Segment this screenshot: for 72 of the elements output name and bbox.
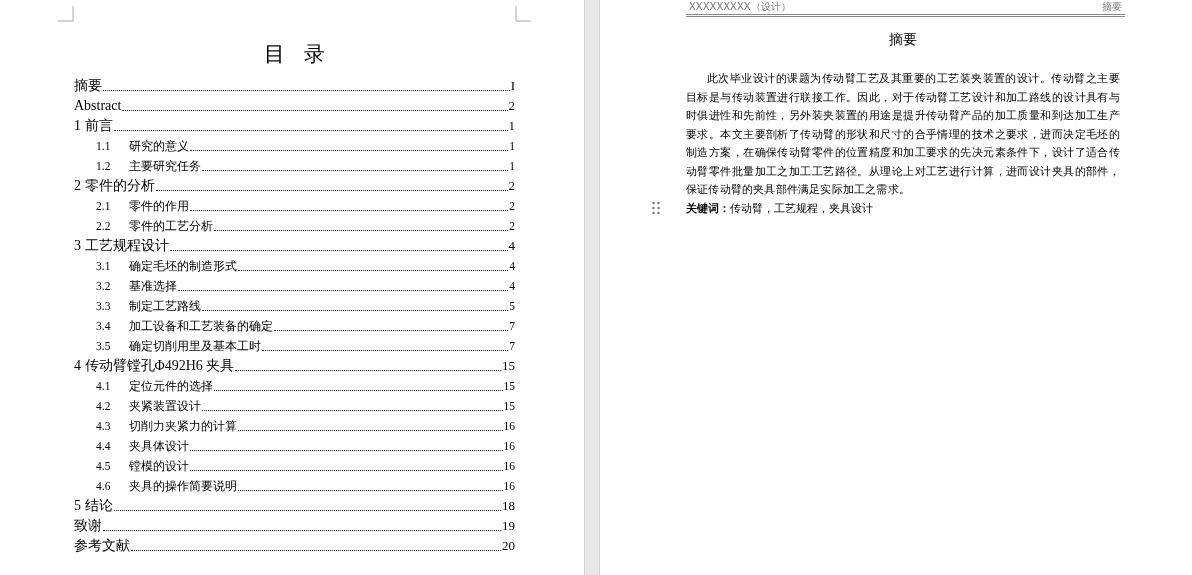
crop-mark: [58, 6, 74, 22]
toc-entry-title: 致谢: [74, 517, 102, 535]
page-number: 4: [508, 237, 515, 255]
toc-entry-title: 确定切削用里及基本工时: [129, 338, 261, 355]
toc-entry-title: 夹具的操作简要说明: [129, 478, 237, 495]
toc-entry-title: 确定毛坯的制造形式: [129, 258, 237, 275]
page-number: 1: [508, 117, 515, 135]
section-number: 3.1: [96, 259, 112, 274]
page-number: 15: [503, 399, 515, 414]
toc-entry-title: 摘要: [74, 77, 102, 95]
toc-entry-title: 夹紧装置设计: [129, 398, 201, 415]
toc-entry-title: 2 零件的分析: [74, 177, 155, 195]
toc-entry-title: 5 结论: [74, 497, 113, 515]
page-number: 16: [503, 439, 515, 454]
page-number: 16: [503, 419, 515, 434]
page-number: 2: [508, 97, 515, 115]
section-number: 3.4: [96, 319, 112, 334]
section-number: 2.2: [96, 219, 112, 234]
page-header-text: XXXXXXXXX（设计）: [689, 0, 791, 14]
abstract-heading: 摘要: [888, 31, 918, 49]
toc-entry-title: 3 工艺规程设计: [74, 237, 169, 255]
toc-entry-title: 定位元件的选择: [129, 378, 213, 395]
page-number: 5: [509, 299, 515, 314]
page-number: 2: [509, 199, 515, 214]
page-number: 16: [503, 479, 515, 494]
section-number: 1.2: [96, 159, 112, 174]
section-number: 4.5: [96, 459, 112, 474]
page-number: 4: [509, 279, 515, 294]
page-number: 20: [502, 537, 515, 555]
toc-entry-title: 4 传动臂镗孔Φ492H6 夹具: [74, 357, 235, 375]
abstract-paragraph: 此次毕业设计的课题为传动臂工艺及其重要的工艺装夹装置的设计。传动臂之主要目标是与传动装置进行联接工作。因此，对于传动臂工艺设计和加工路线的设计具有与时俱进性和先前性，另外装夹装置的用途是提升传动臂产品的加工质量和到达加工生产要求。本文主要剖析了传动臂的形状和尺寸的合乎情理的技术之要求，进而决定毛坯的制造方案，在确保传动臂零件的位置精度和加工要求的先决元素条件下，设计了适合传动臂零件批量加工之加工工艺路径。从理论上对工艺进行计算，进而设计夹具的部件，保证传动臂的夹具部件满足实际加工之需求。: [686, 71, 1120, 197]
section-number: 3.2: [96, 279, 112, 294]
section-number: 4.6: [96, 479, 112, 494]
toc-entry-title: 基准选择: [129, 278, 177, 295]
toc-entry-title: 零件的作用: [129, 198, 189, 215]
section-number: 2.1: [96, 199, 112, 214]
page-number: 15: [502, 357, 515, 375]
page-number: 18: [502, 497, 515, 515]
page-number: 4: [509, 259, 515, 274]
page-number: 1: [509, 139, 515, 154]
page-number: 15: [503, 379, 515, 394]
toc-title: 目 录: [263, 41, 326, 68]
page-number: 2: [509, 219, 515, 234]
page-number: 19: [502, 517, 515, 535]
keywords-line: 关键词：传动臂，工艺规程，夹具设计: [686, 200, 874, 216]
toc-entry-title: 加工设备和工艺装备的确定: [129, 318, 273, 335]
section-number: 3.5: [96, 339, 112, 354]
section-number: 4.1: [96, 379, 112, 394]
section-number: 4.2: [96, 399, 112, 414]
toc-entry-title: 参考文献: [74, 537, 130, 555]
toc-entry-title: 主要研究任务: [129, 158, 201, 175]
toc-entry-title: Abstract: [74, 97, 122, 115]
toc-entry-title: 夹具体设计: [129, 438, 189, 455]
toc-entry-title: 镗模的设计: [129, 458, 189, 475]
section-number: 1.1: [96, 139, 112, 154]
page-number: I: [510, 77, 515, 95]
toc-entry-title: 制定工艺路线: [129, 298, 201, 315]
page-number: 2: [508, 177, 515, 195]
page-header-text: 摘要: [1102, 0, 1122, 14]
page-number: 16: [503, 459, 515, 474]
page-number: 7: [509, 339, 515, 354]
section-number: 4.4: [96, 439, 112, 454]
toc-entry-title: 零件的工艺分析: [129, 218, 213, 235]
drag-handle-icon[interactable]: [652, 201, 660, 215]
page-number: 1: [509, 159, 515, 174]
toc-entry-title: 1 前言: [74, 117, 113, 135]
section-number: 3.3: [96, 299, 112, 314]
page-number: 7: [509, 319, 515, 334]
section-number: 4.3: [96, 419, 112, 434]
crop-mark: [515, 6, 531, 22]
toc-entry-title: 研究的意义: [129, 138, 189, 155]
toc-entry-title: 切削力夹紧力的计算: [129, 418, 237, 435]
